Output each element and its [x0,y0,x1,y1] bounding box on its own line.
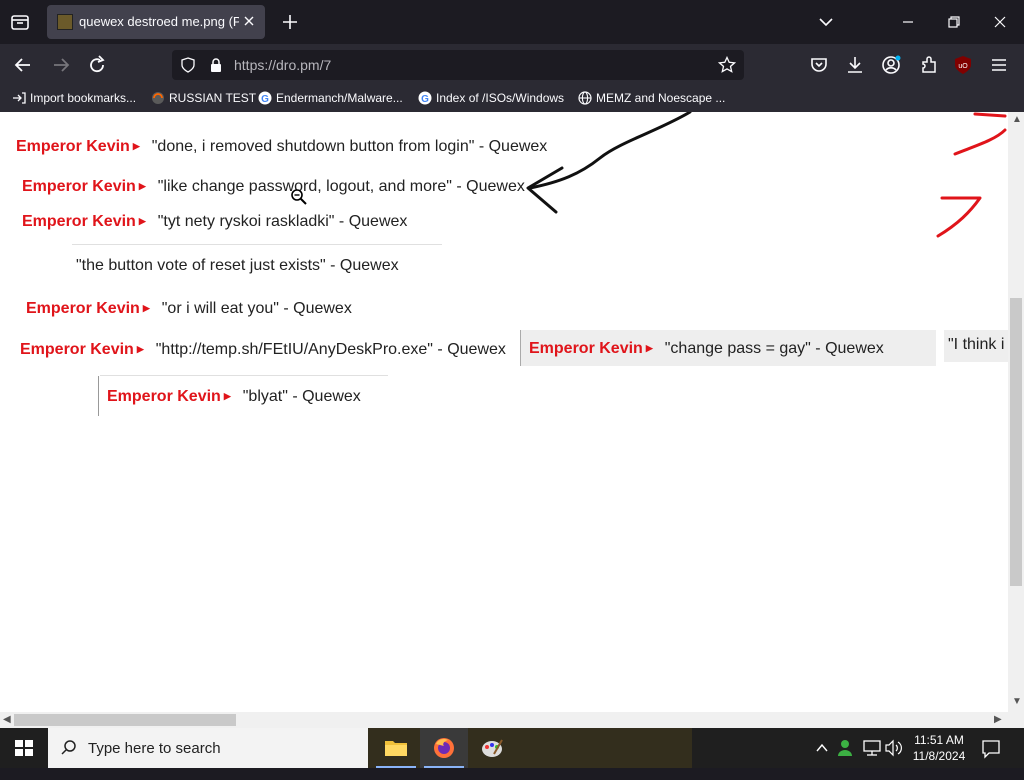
bookmark-index-isos[interactable]: G Index of /ISOs/Windows [418,91,564,107]
import-icon [12,91,26,105]
bookmark-endermanch[interactable]: G Endermanch/Malware... [258,91,403,107]
shield-icon[interactable] [180,57,196,73]
bookmark-russian-test[interactable]: RUSSIAN TEST [151,91,256,107]
active-tab[interactable]: quewex destroed me.png (PNG [47,5,265,39]
horizontal-scrollbar[interactable]: ◀ ▶ [0,712,1024,728]
vertical-scrollbar[interactable]: ▲ ▼ [1008,112,1024,712]
scroll-up-icon[interactable]: ▲ [1012,114,1022,125]
clock-date: 11/8/2024 [912,749,966,763]
clock-time: 11:51 AM [914,733,964,747]
google-icon: G [258,91,272,105]
taskbar-firefox[interactable] [420,728,468,768]
tab-title: quewex destroed me.png (PNG [79,14,239,29]
extensions-icon[interactable] [918,54,940,76]
vertical-scroll-thumb[interactable] [1010,298,1022,586]
url-text[interactable]: https://dro.pm/7 [234,57,331,73]
site-favicon-icon [151,91,165,105]
minimize-icon[interactable] [898,12,918,32]
taskbar-search-box[interactable]: Type here to search [48,728,368,768]
pocket-icon[interactable] [808,54,830,76]
account-icon[interactable] [880,54,902,76]
folder-icon [384,738,408,758]
forward-icon[interactable] [50,54,72,76]
taskbar-file-explorer[interactable] [372,728,420,768]
bookmark-import[interactable]: Import bookmarks... [12,91,136,107]
windows-start-icon[interactable] [0,728,48,768]
url-bar[interactable]: https://dro.pm/7 [172,50,744,80]
user-status-icon[interactable] [836,738,856,778]
scroll-down-icon[interactable]: ▼ [1012,696,1022,707]
search-placeholder: Type here to search [88,740,221,757]
network-icon[interactable] [862,739,882,779]
scroll-right-icon[interactable]: ▶ [994,714,1002,725]
search-icon [60,739,78,757]
windows-taskbar: Type here to search 11:51 AM 11/8/2024 [0,728,1024,768]
google-icon: G [418,91,432,105]
svg-text:G: G [261,94,269,105]
image-viewer[interactable]: Emperor Kevin ▶ "done, i removed shutdown … [0,112,1008,712]
drawing-annotations [526,112,1007,238]
drawn-red-mark-top [953,112,1007,156]
zoom-out-cursor-icon [290,188,308,206]
svg-text:G: G [421,94,429,105]
tab-favicon-icon [57,14,73,30]
drawn-red-mark-seven [936,196,982,238]
show-hidden-icons-icon[interactable] [814,740,830,780]
bookmark-star-icon[interactable] [718,56,736,74]
tab-close-icon[interactable] [241,13,257,29]
volume-icon[interactable] [884,739,904,779]
horizontal-scroll-thumb[interactable] [14,714,236,726]
new-tab-icon[interactable] [280,12,300,32]
drawn-arrow-line [528,112,692,190]
ublock-icon[interactable]: uO [952,54,974,76]
paint-palette-icon [480,736,504,760]
firefox-icon [432,736,456,760]
globe-icon [578,91,592,105]
restore-icon[interactable] [944,12,964,32]
chevron-down-icon[interactable] [816,12,836,32]
back-icon[interactable] [12,54,34,76]
bookmark-memz[interactable]: MEMZ and Noescape ... [578,91,725,107]
notification-center-icon[interactable] [980,738,1002,760]
window-close-icon[interactable] [990,12,1010,32]
lock-icon[interactable] [208,57,224,73]
tab-bar: quewex destroed me.png (PNG [0,0,1024,44]
scroll-left-icon[interactable]: ◀ [3,714,11,725]
reload-icon[interactable] [86,54,108,76]
menu-icon[interactable] [988,54,1010,76]
bookmarks-toolbar: Import bookmarks... RUSSIAN TEST G Enderm… [0,86,1024,112]
taskbar-paint[interactable] [468,728,516,768]
drawn-arrow-head [526,166,564,214]
svg-text:uO: uO [958,63,968,70]
nav-bar: https://dro.pm/7 uO [0,44,1024,86]
system-clock[interactable]: 11:51 AM 11/8/2024 [906,732,972,764]
download-icon[interactable] [844,54,866,76]
tab-list-icon[interactable] [8,10,32,34]
